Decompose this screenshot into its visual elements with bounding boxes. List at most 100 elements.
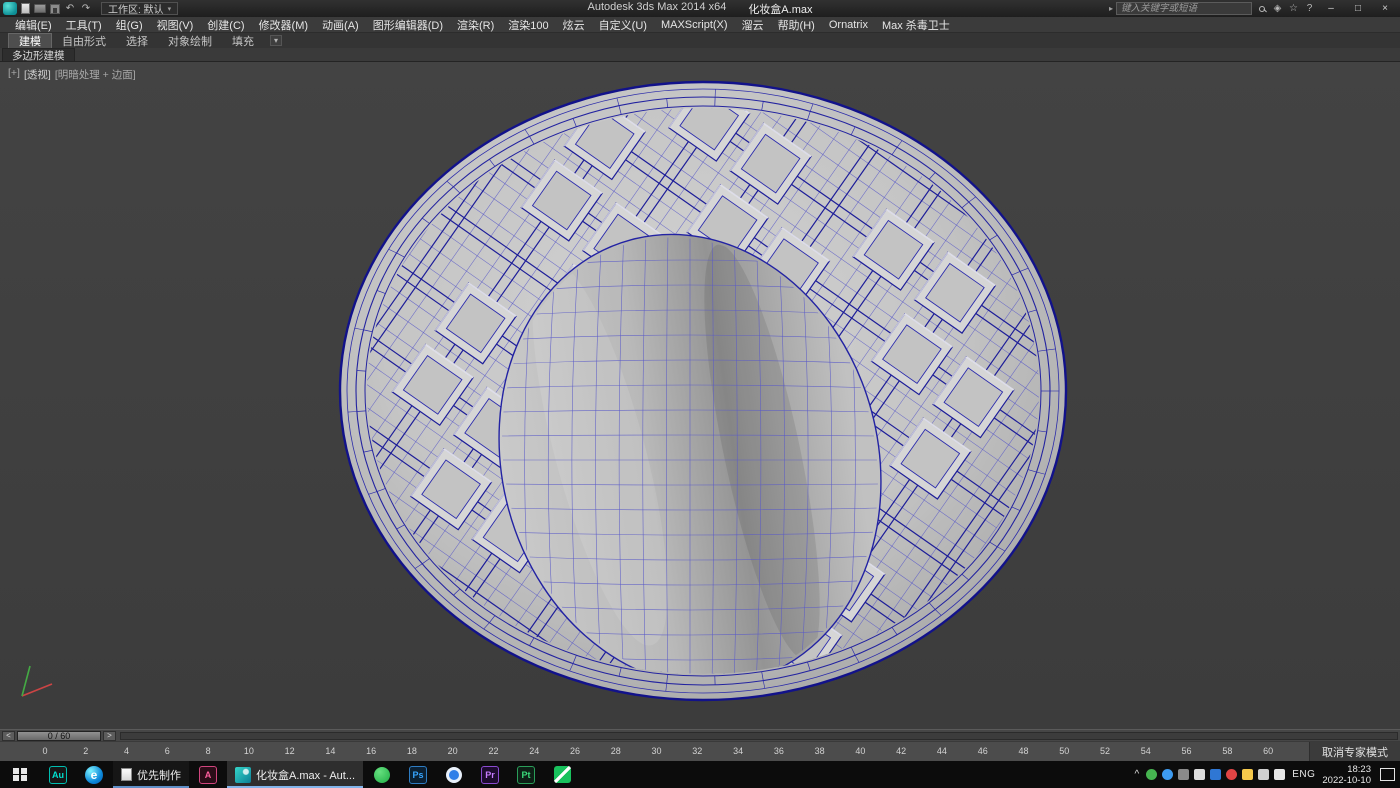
green-square-app-button[interactable]: [544, 761, 580, 788]
premiere-icon: Pr: [481, 766, 499, 784]
viewport[interactable]: [+] [透视] [明暗处理 + 边面]: [0, 62, 1400, 729]
viewport-menu-plus[interactable]: [+]: [8, 67, 20, 82]
search-icon[interactable]: [1255, 6, 1268, 12]
taskbar-window-label: 化妆盒A.max - Aut...: [256, 767, 355, 783]
communication-center-icon[interactable]: ◈: [1271, 3, 1284, 14]
music-tray-icon[interactable]: [1226, 769, 1237, 780]
menubar: 编辑(E)工具(T)组(G)视图(V)创建(C)修改器(M)动画(A)图形编辑器…: [0, 17, 1400, 33]
ruler-tick: 32: [692, 746, 702, 756]
ruler-tick: 20: [448, 746, 458, 756]
cloud-tray-icon[interactable]: [1162, 769, 1173, 780]
tray-expand-icon[interactable]: ^: [1135, 769, 1140, 780]
menu-item-7[interactable]: 动画(A): [315, 17, 366, 33]
help-icon[interactable]: ?: [1303, 3, 1316, 14]
menu-item-6[interactable]: 修改器(M): [252, 17, 316, 33]
edge-app-button[interactable]: e: [76, 761, 112, 788]
close-button[interactable]: ×: [1373, 3, 1397, 14]
ruler-tick: 34: [733, 746, 743, 756]
painter-icon: Pt: [517, 766, 535, 784]
menu-item-11[interactable]: 炫云: [556, 17, 592, 33]
potplayer-app-button[interactable]: [436, 761, 472, 788]
3ds-max-icon: [235, 767, 251, 783]
ruler-tick: 48: [1018, 746, 1028, 756]
ribbon-tab-3[interactable]: 选择: [116, 33, 158, 48]
menu-item-3[interactable]: 组(G): [109, 17, 150, 33]
ribbon-minimize-icon[interactable]: ▾: [270, 35, 282, 46]
makeup-box-model[interactable]: [80, 62, 1327, 729]
redo-icon[interactable]: ↷: [80, 3, 92, 14]
tab-polygon-modeling[interactable]: 多边形建模: [2, 48, 75, 61]
taskbar-window-youxianzhizuo[interactable]: 优先制作: [113, 761, 189, 788]
3ds-max-logo-icon[interactable]: [3, 2, 17, 15]
ruler-tick: 56: [1182, 746, 1192, 756]
taskbar-clock[interactable]: 18:23 2022-10-10: [1322, 764, 1371, 786]
edge-icon: e: [85, 766, 103, 784]
download-tray-icon[interactable]: [1178, 769, 1189, 780]
menu-item-17[interactable]: Max 杀毒卫士: [875, 17, 957, 33]
input-language-indicator[interactable]: ENG: [1292, 769, 1315, 780]
ribbon-tab-1[interactable]: 建模: [8, 33, 52, 48]
chat-tray-icon[interactable]: [1146, 769, 1157, 780]
viewport-menu-shading[interactable]: [明暗处理 + 边面]: [55, 67, 136, 82]
maximize-button[interactable]: □: [1346, 3, 1370, 14]
potplayer-icon: [446, 767, 462, 783]
menu-item-8[interactable]: 图形编辑器(D): [366, 17, 450, 33]
system-tray: ^ ENG 18:23 2022-10-10: [1135, 761, 1400, 788]
menu-item-16[interactable]: Ornatrix: [822, 19, 875, 31]
search-input[interactable]: [1116, 2, 1252, 15]
network-tray-icon[interactable]: [1274, 769, 1285, 780]
ribbon-tab-2[interactable]: 自由形式: [52, 33, 116, 48]
menu-item-15[interactable]: 帮助(H): [771, 17, 822, 33]
previous-frame-button[interactable]: <: [2, 731, 15, 741]
premiere-app-button[interactable]: Pr: [472, 761, 508, 788]
ruler-tick: 0: [42, 746, 47, 756]
green-messenger-app-button[interactable]: [364, 761, 400, 788]
frame-ruler[interactable]: 0246810121416182022242628303234363840424…: [0, 742, 1309, 761]
time-slider-thumb[interactable]: 0 / 60: [17, 731, 101, 741]
menu-item-9[interactable]: 渲染(R): [450, 17, 501, 33]
tray-icons: [1146, 769, 1285, 780]
ruler-tick: 18: [407, 746, 417, 756]
action-center-icon[interactable]: [1380, 768, 1395, 781]
menu-item-14[interactable]: 溜云: [735, 17, 771, 33]
photoshop-app-button[interactable]: Ps: [400, 761, 436, 788]
viewport-menu-view[interactable]: [透视]: [24, 67, 51, 82]
new-file-icon[interactable]: [21, 3, 30, 14]
volume-tray-icon[interactable]: [1258, 769, 1269, 780]
minimize-button[interactable]: –: [1319, 3, 1343, 14]
a-app-button[interactable]: A: [190, 761, 226, 788]
menu-item-13[interactable]: MAXScript(X): [654, 19, 735, 31]
search-scope-icon[interactable]: ▸: [1109, 4, 1113, 13]
menu-item-2[interactable]: 工具(T): [59, 17, 109, 33]
menu-item-5[interactable]: 创建(C): [200, 17, 251, 33]
track-bar[interactable]: 0246810121416182022242628303234363840424…: [0, 741, 1400, 761]
viewport-canvas[interactable]: [0, 62, 1400, 729]
menu-item-4[interactable]: 视图(V): [150, 17, 201, 33]
workspace-dropdown[interactable]: 工作区: 默认 ▾: [101, 2, 178, 15]
netdisk-tray-icon[interactable]: [1242, 769, 1253, 780]
document-title: 化妆盒A.max: [748, 1, 812, 17]
phone-tray-icon[interactable]: [1194, 769, 1205, 780]
save-file-icon[interactable]: [50, 4, 60, 14]
taskbar-window-3dsmax-active[interactable]: 化妆盒A.max - Aut...: [227, 761, 363, 788]
menu-item-1[interactable]: 编辑(E): [8, 17, 59, 33]
time-slider[interactable]: < 0 / 60 >: [0, 729, 1400, 741]
open-file-icon[interactable]: [34, 4, 46, 13]
menu-item-12[interactable]: 自定义(U): [592, 17, 654, 33]
ruler-tick: 30: [652, 746, 662, 756]
cancel-expert-mode-button[interactable]: 取消专家模式: [1309, 742, 1400, 761]
security-tray-icon[interactable]: [1210, 769, 1221, 780]
audition-app-button[interactable]: Au: [40, 761, 76, 788]
menu-item-10[interactable]: 渲染100: [501, 17, 555, 33]
painter-app-button[interactable]: Pt: [508, 761, 544, 788]
ruler-tick: 38: [815, 746, 825, 756]
ruler-tick: 8: [206, 746, 211, 756]
ruler-tick: 2: [83, 746, 88, 756]
time-slider-track[interactable]: [120, 732, 1398, 740]
favorites-star-icon[interactable]: ☆: [1287, 3, 1300, 14]
undo-icon[interactable]: ↶: [64, 3, 76, 14]
start-button[interactable]: [0, 761, 40, 788]
next-frame-button[interactable]: >: [103, 731, 116, 741]
ribbon-tab-5[interactable]: 填充: [222, 33, 264, 48]
ribbon-tab-4[interactable]: 对象绘制: [158, 33, 222, 48]
